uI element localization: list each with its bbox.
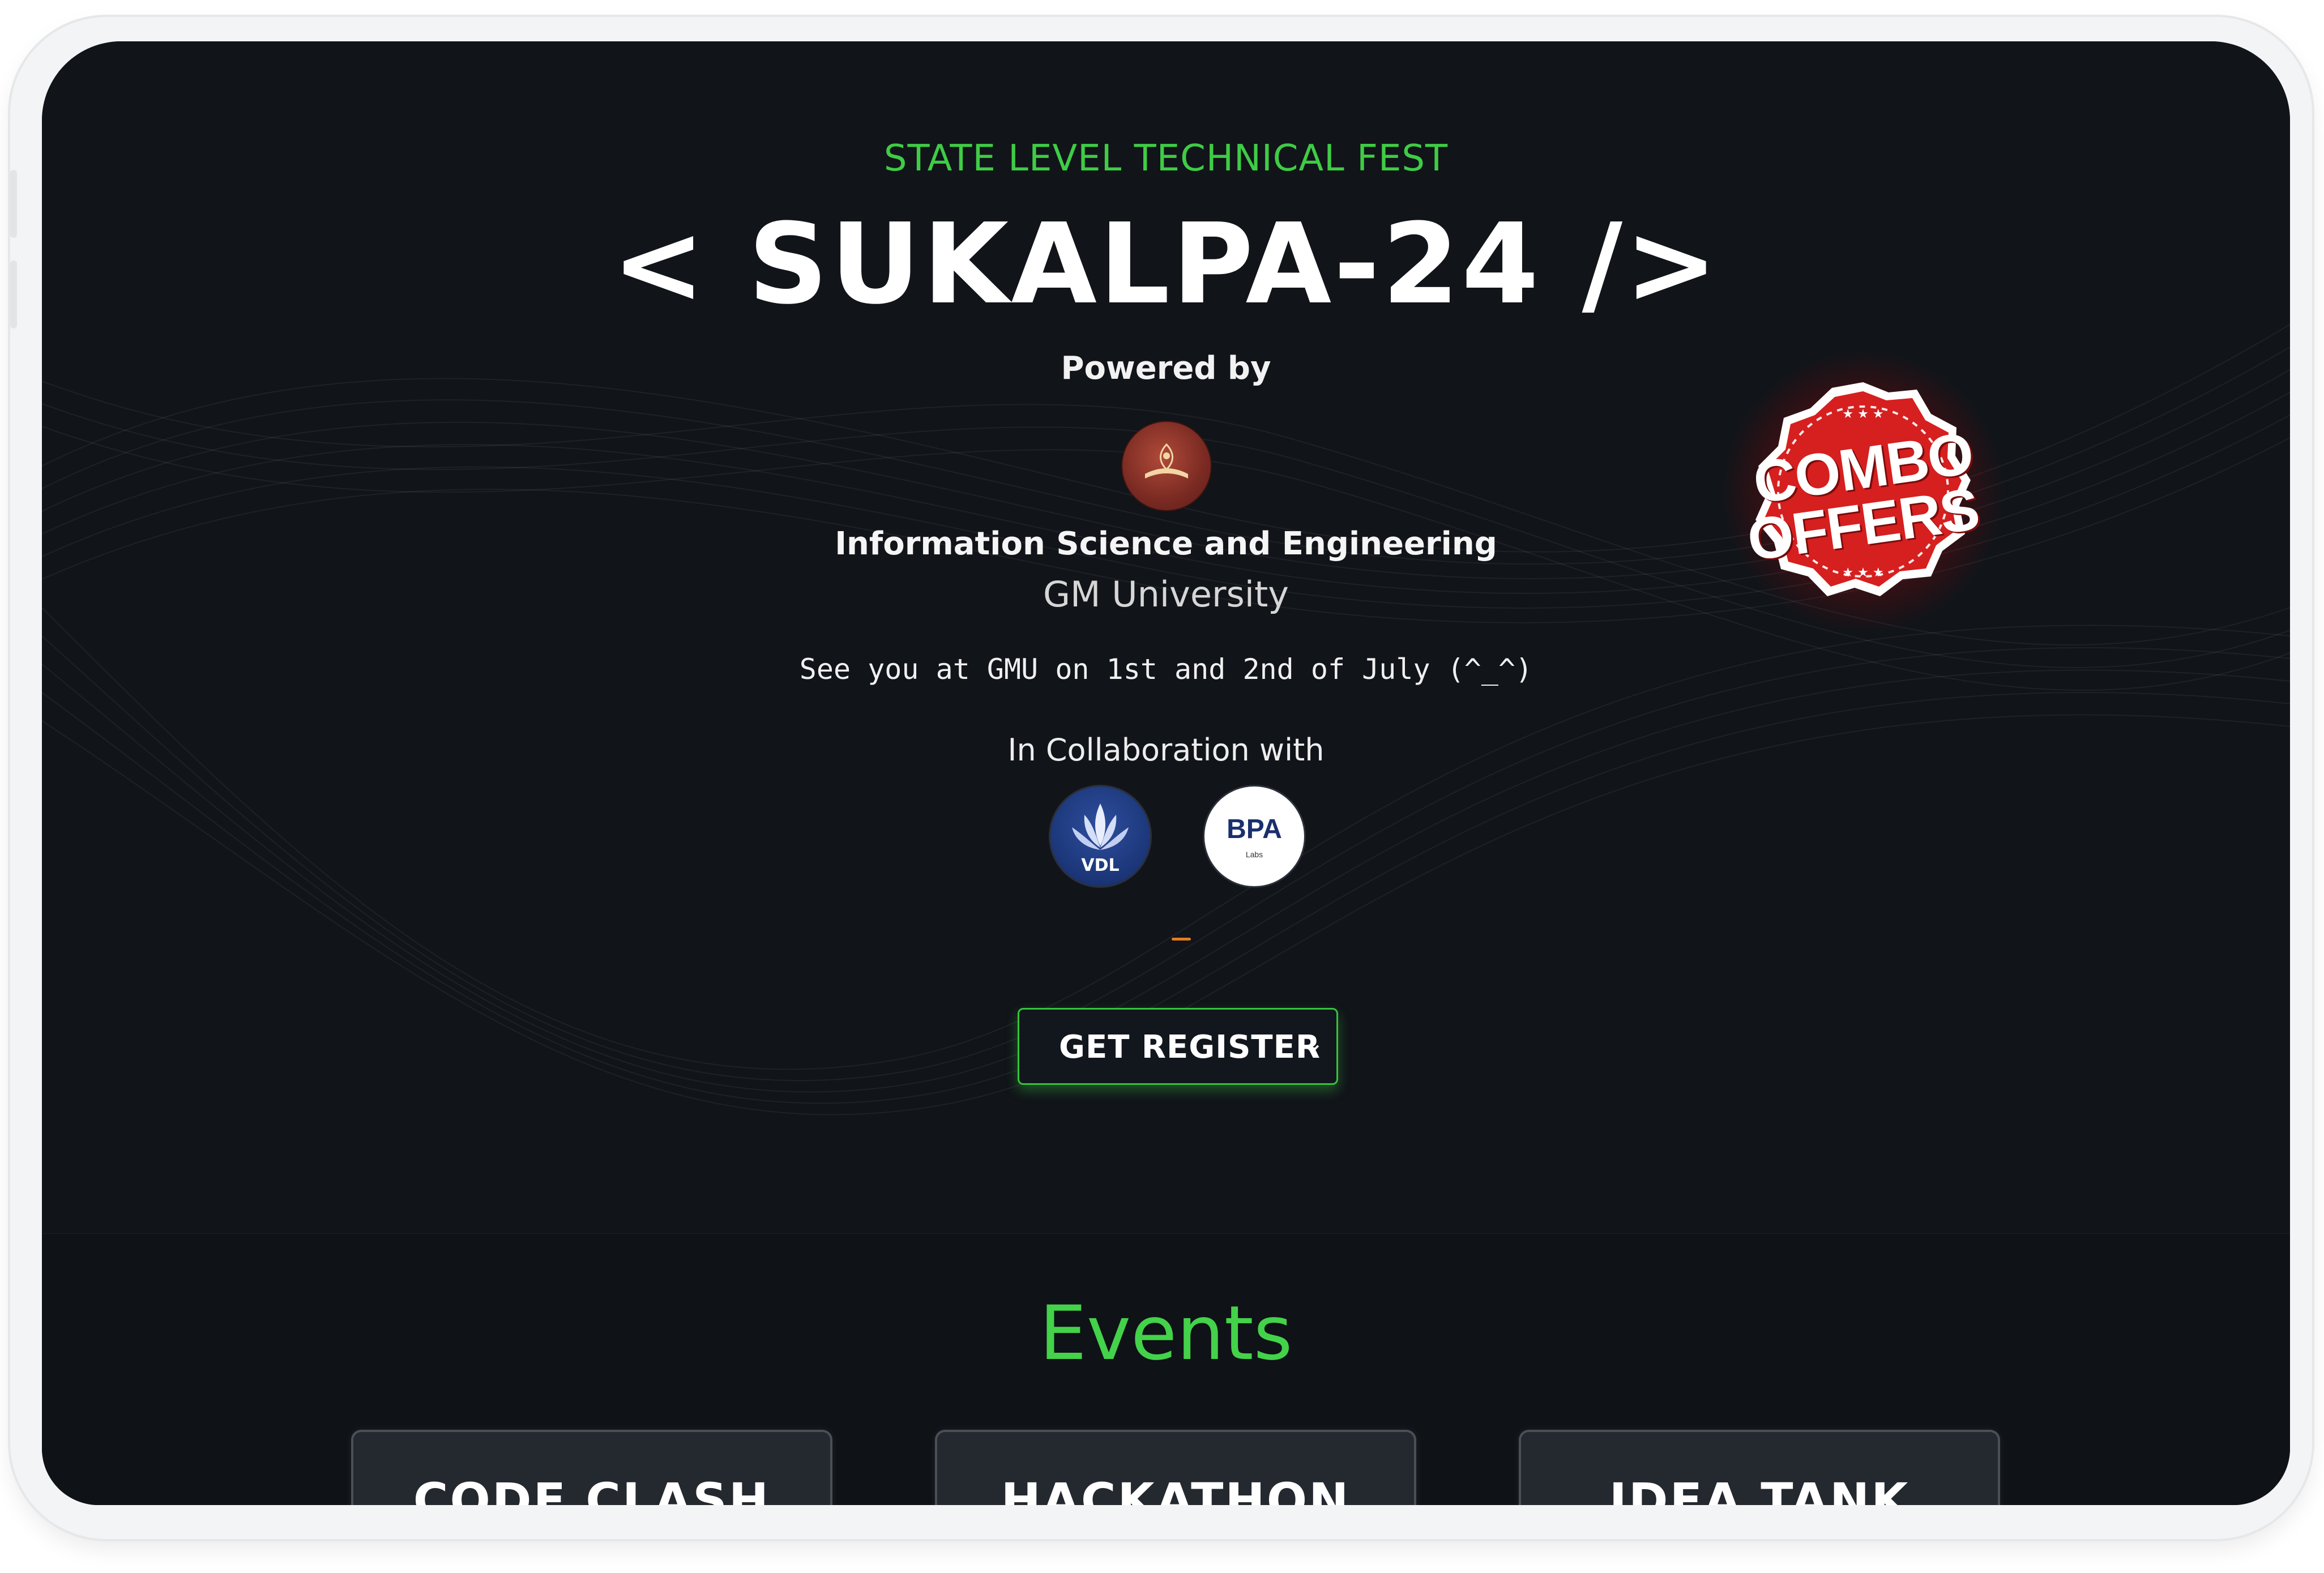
get-register-button[interactable]: GET REGISTER ⌄ (1018, 1008, 1338, 1085)
chevron-down-icon: ⌄ (1305, 1032, 1323, 1055)
fest-title: < SUKALPA-24 /> (612, 200, 1720, 329)
screen: STATE LEVEL TECHNICAL FEST < SUKALPA-24 … (42, 41, 2290, 1505)
gm-university-logo-icon (1122, 422, 1211, 510)
event-card-title: CODE CLASH (413, 1473, 771, 1505)
collaboration-label: In Collaboration with (1007, 732, 1325, 768)
svg-text:★ ★ ★: ★ ★ ★ (1842, 407, 1883, 421)
bpa-labs-logo-icon: BPA Labs (1203, 785, 1306, 888)
svg-text:★ ★ ★: ★ ★ ★ (1842, 566, 1883, 580)
volume-button (10, 170, 17, 238)
event-card-code-clash[interactable]: CODE CLASH (351, 1430, 832, 1505)
hero-section: STATE LEVEL TECHNICAL FEST < SUKALPA-24 … (42, 41, 2290, 1230)
events-heading: Events (1039, 1290, 1293, 1377)
power-button (10, 260, 17, 328)
event-tagline: See you at GMU on 1st and 2nd of July (^… (799, 653, 1533, 686)
event-card-title: IDEA TANK (1609, 1473, 1910, 1505)
event-card-idea-tank[interactable]: IDEA TANK (1519, 1430, 2000, 1505)
bpa-logo-subtext: Labs (1245, 850, 1263, 859)
event-card-title: HACKATHON (1001, 1473, 1351, 1505)
typing-cursor (1172, 938, 1191, 941)
register-button-label: GET REGISTER (1059, 1029, 1321, 1066)
vdl-logo-text: VDL (1081, 856, 1120, 875)
vdl-logo-icon: VDL (1049, 785, 1152, 888)
combo-offers-badge[interactable]: ★ ★ ★ ★ ★ ★ COMBO OFFERS (1724, 353, 2002, 630)
event-card-hackathon[interactable]: HACKATHON (935, 1430, 1416, 1505)
fest-subtitle: STATE LEVEL TECHNICAL FEST (883, 138, 1449, 179)
bpa-logo-text: BPA (1227, 814, 1282, 844)
